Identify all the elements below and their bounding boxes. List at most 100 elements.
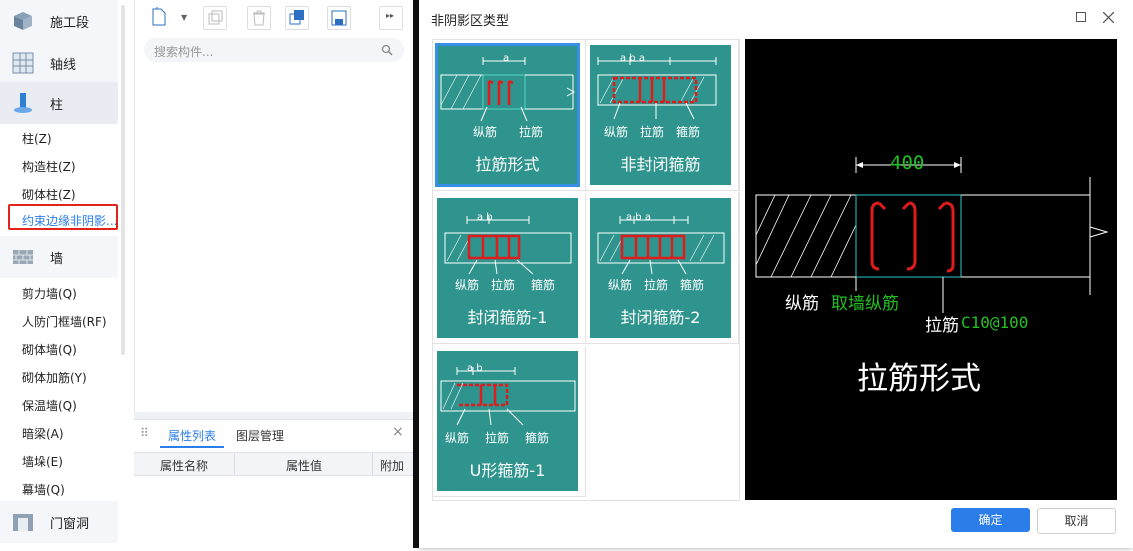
type-tile-open-stirrup[interactable]: a b a 纵筋 拉筋 箍筋 非封闭箍筋 <box>586 40 739 191</box>
nav-item-hidden-beam[interactable]: 暗梁(A) <box>22 425 64 442</box>
nav-category-wall[interactable]: 墙 <box>0 236 118 278</box>
type-grid: a 纵筋 拉筋 拉筋形式 a b a 纵筋 拉筋 箍筋 非封闭箍筋 a b 纵筋… <box>432 39 740 501</box>
tile-label-tie: 拉筋 <box>519 125 544 139</box>
ok-button[interactable]: 确定 <box>951 508 1030 532</box>
duplicate-button[interactable] <box>285 6 309 30</box>
tab-property-list[interactable]: 属性列表 <box>168 427 216 444</box>
tile-dimension: a <box>503 53 510 64</box>
duplicate-icon <box>289 10 304 25</box>
nav-item-column[interactable]: 柱(Z) <box>22 130 52 147</box>
preview-label-tie: 拉筋 <box>925 316 959 336</box>
nonshadow-type-dialog: 非阴影区类型 a 纵筋 拉筋 拉筋形式 a b a 纵筋 拉筋 箍筋 非封闭箍筋… <box>419 0 1133 548</box>
nav-category-label: 柱 <box>50 98 64 113</box>
tile-label-long-bar: 纵筋 <box>473 125 498 139</box>
nav-item-construction-column[interactable]: 构造柱(Z) <box>22 158 76 175</box>
col-divider <box>372 453 373 475</box>
tile-card: a b 纵筋 拉筋 箍筋 封闭箍筋-1 <box>437 198 578 338</box>
dropdown-arrow-icon[interactable]: ▼ <box>181 13 187 22</box>
expand-button[interactable]: ▸▸ <box>379 6 403 30</box>
col-extra: 附加 <box>380 459 405 473</box>
tile-card: a b 纵筋 拉筋 箍筋 U形箍筋-1 <box>437 351 578 491</box>
preview-label-long-bar: 纵筋 <box>785 294 819 314</box>
nav-item-shear-wall[interactable]: 剪力墙(Q) <box>22 285 77 302</box>
tile-label-stirrup: 箍筋 <box>680 278 705 292</box>
close-icon[interactable]: × <box>392 424 404 440</box>
tile-label-tie: 拉筋 <box>491 278 516 292</box>
nav-item-masonry-column[interactable]: 砌体柱(Z) <box>22 186 76 203</box>
preview-label-tie-spec: C10@100 <box>961 313 1029 332</box>
tile-caption: 封闭箍筋-1 <box>467 308 548 327</box>
type-tile-closed-stirrup-2[interactable]: a b a 纵筋 拉筋 箍筋 封闭箍筋-2 <box>586 193 739 344</box>
tile-label-tie: 拉筋 <box>485 431 510 445</box>
type-tile-tie-bar[interactable]: a 纵筋 拉筋 拉筋形式 <box>433 40 586 191</box>
new-file-icon <box>152 7 166 26</box>
type-tile-u-stirrup-1[interactable]: a b 纵筋 拉筋 箍筋 U形箍筋-1 <box>433 346 586 497</box>
tile-label-stirrup: 箍筋 <box>531 278 556 292</box>
nav-scrollbar[interactable] <box>121 5 125 355</box>
trash-icon <box>253 10 265 26</box>
tile-label-tie: 拉筋 <box>640 125 665 139</box>
copy-icon <box>208 10 223 25</box>
preview-panel: 400 纵筋 取墙纵筋 拉筋 C10@100 拉筋形式 <box>745 39 1117 500</box>
nav-item-wall-pier[interactable]: 墙垛(E) <box>22 453 63 470</box>
nav-category-label: 墙 <box>50 252 64 267</box>
preview-caption: 拉筋形式 <box>857 361 981 397</box>
nav-category-column[interactable]: 柱 <box>0 82 118 124</box>
tile-label-stirrup: 箍筋 <box>525 431 550 445</box>
preview-label-wall-bar: 取墙纵筋 <box>831 294 899 314</box>
door-window-icon <box>13 514 33 531</box>
tab-layer-management[interactable]: 图层管理 <box>236 427 284 444</box>
tile-label-long-bar: 纵筋 <box>445 431 470 445</box>
col-property-name: 属性名称 <box>160 459 209 473</box>
tile-dimension: a b a <box>626 212 651 223</box>
nav-item-curtain-wall[interactable]: 幕墙(Q) <box>22 481 65 498</box>
maximize-icon[interactable] <box>1076 12 1087 23</box>
property-panel: ⠿ 属性列表 图层管理 × 属性名称 属性值 附加 <box>134 419 413 549</box>
expand-arrow-icon: ▸▸ <box>386 11 395 20</box>
nav-category-construction-stage[interactable]: 施工段 <box>0 0 118 42</box>
delete-button[interactable] <box>247 6 271 30</box>
save-icon <box>331 10 347 26</box>
nav-item-masonry-wall[interactable]: 砌体墙(Q) <box>22 341 77 358</box>
search-input[interactable]: 搜索构件... <box>144 38 404 62</box>
close-icon[interactable] <box>1103 12 1114 23</box>
tile-card: a 纵筋 拉筋 拉筋形式 <box>435 43 580 187</box>
nav-category-axis[interactable]: 轴线 <box>0 42 118 84</box>
tile-caption: 拉筋形式 <box>475 155 540 174</box>
column-icon <box>14 93 32 113</box>
component-nav: 施工段 轴线 柱 柱(Z) 构造柱(Z) 砌体柱(Z) 约束边缘非阴影... 墙… <box>0 0 118 548</box>
type-tile-closed-stirrup-1[interactable]: a b 纵筋 拉筋 箍筋 封闭箍筋-1 <box>433 193 586 344</box>
preview-diagram <box>755 157 1109 313</box>
dialog-title: 非阴影区类型 <box>431 14 510 29</box>
nav-category-door-window[interactable]: 门窗洞 <box>0 501 118 543</box>
nav-category-label: 施工段 <box>50 16 90 31</box>
copy-button[interactable] <box>203 6 227 30</box>
tile-card: a b a 纵筋 拉筋 箍筋 非封闭箍筋 <box>590 45 731 185</box>
search-icon[interactable] <box>381 44 393 56</box>
cancel-button[interactable]: 取消 <box>1037 508 1116 534</box>
property-table-header: 属性名称 属性值 附加 <box>134 452 413 476</box>
panel-splitter[interactable] <box>134 412 413 419</box>
search-placeholder: 搜索构件... <box>154 45 214 59</box>
nav-item-insulation-wall[interactable]: 保温墙(Q) <box>22 397 77 414</box>
nav-item-civil-defense-wall[interactable]: 人防门框墙(RF) <box>22 313 107 330</box>
tile-caption: 非封闭箍筋 <box>620 155 701 174</box>
tile-label-long-bar: 纵筋 <box>455 278 480 292</box>
wall-icon <box>13 250 33 264</box>
nav-item-constraint-edge-nonshadow[interactable]: 约束边缘非阴影... <box>22 212 117 229</box>
tile-label-long-bar: 纵筋 <box>604 125 629 139</box>
save-button[interactable] <box>327 6 351 30</box>
preview-dimension: 400 <box>890 152 925 174</box>
tile-card: a b a 纵筋 拉筋 箍筋 封闭箍筋-2 <box>590 198 731 338</box>
nav-category-label: 轴线 <box>50 58 77 73</box>
nav-item-masonry-reinforcement[interactable]: 砌体加筋(Y) <box>22 369 87 386</box>
tile-dimension: a b a <box>620 53 645 64</box>
tile-dimension: a b <box>467 363 483 374</box>
tile-dimension: a b <box>477 212 493 223</box>
drag-handle-icon[interactable]: ⠿ <box>140 426 149 440</box>
nav-category-label: 门窗洞 <box>50 517 90 532</box>
col-divider <box>234 453 235 475</box>
grid-icon <box>12 52 34 74</box>
tile-label-tie: 拉筋 <box>644 278 669 292</box>
new-component-button[interactable] <box>148 6 170 28</box>
